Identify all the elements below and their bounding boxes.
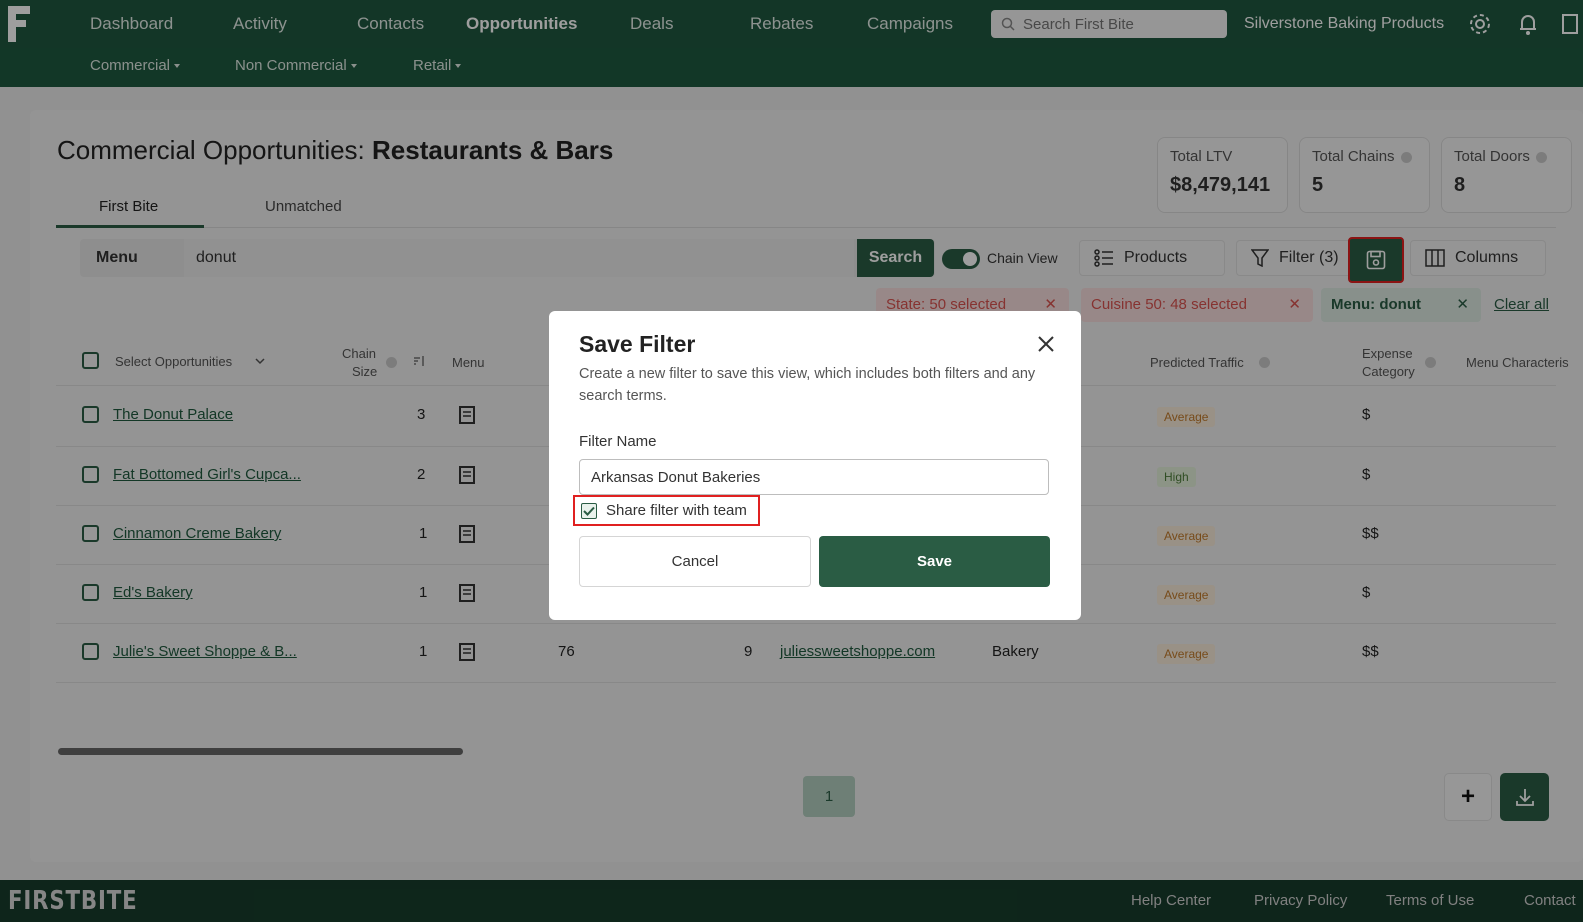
save-filter-dialog: Save Filter Create a new filter to save … [549,311,1081,620]
filter-name-label: Filter Name [579,433,657,450]
checkmark-icon [583,506,595,516]
share-with-team-checkbox[interactable] [581,502,597,519]
filter-name-input[interactable] [579,459,1049,495]
dialog-description: Create a new filter to save this view, w… [579,366,1036,404]
share-with-team-option[interactable]: Share filter with team [573,495,760,526]
dialog-title: Save Filter [579,331,696,357]
share-with-team-label: Share filter with team [606,502,747,519]
cancel-button[interactable]: Cancel [579,536,811,587]
close-icon[interactable] [1037,335,1055,353]
save-button[interactable]: Save [819,536,1050,587]
